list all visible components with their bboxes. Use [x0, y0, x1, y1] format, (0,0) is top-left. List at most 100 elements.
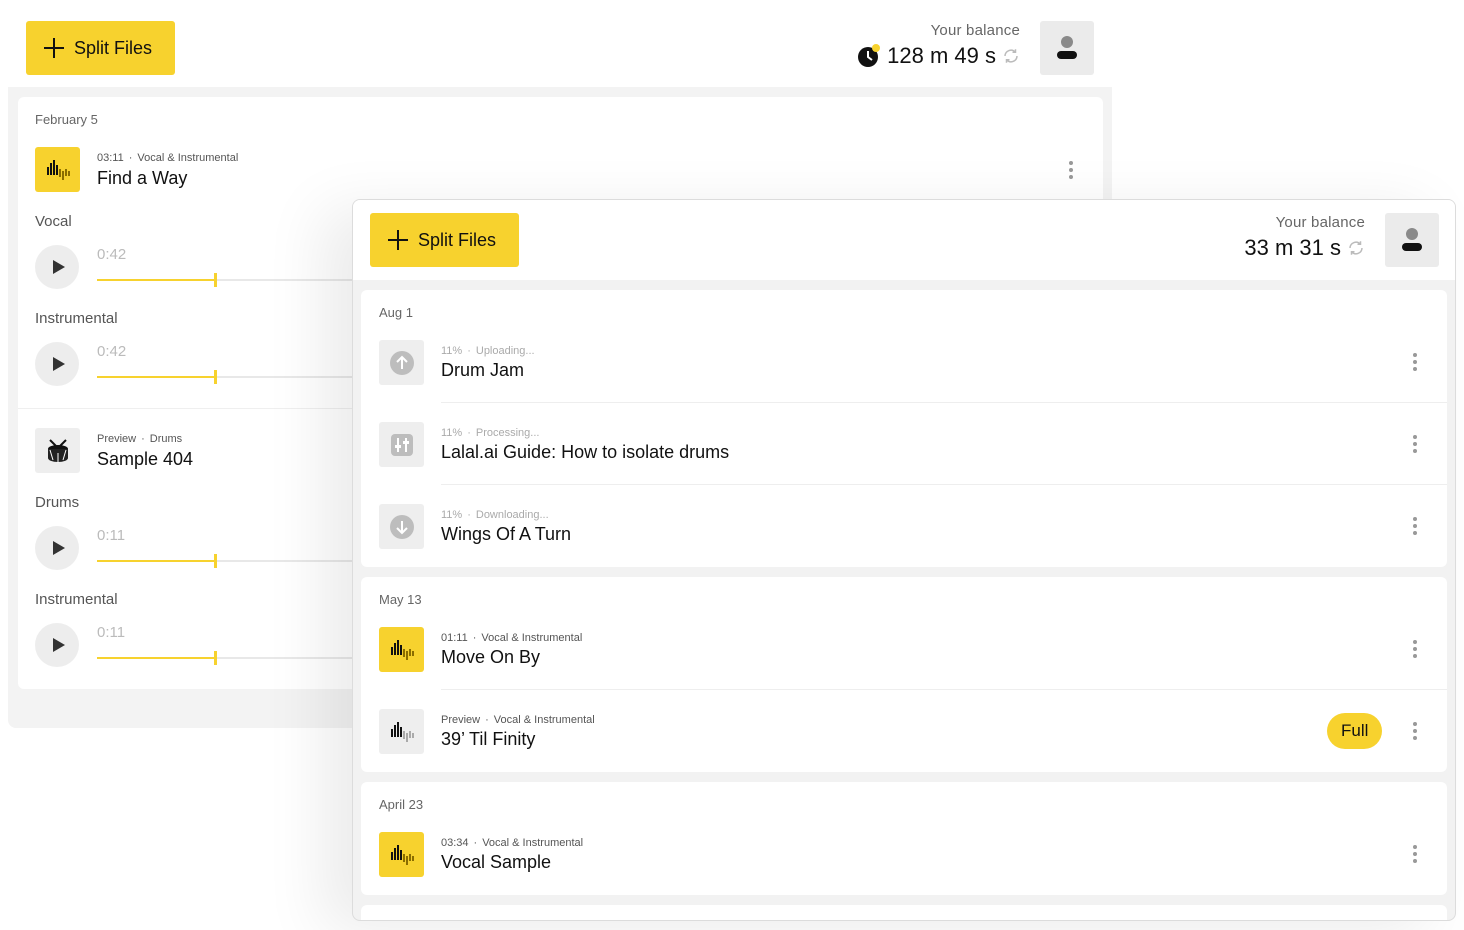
item-title[interactable]: Wings Of A Turn: [441, 524, 571, 545]
split-files-label: Split Files: [418, 229, 497, 250]
more-options-icon[interactable]: [1412, 353, 1418, 373]
item-title[interactable]: Vocal Sample: [441, 852, 551, 873]
item-meta: Preview · Vocal & Instrumental: [441, 714, 595, 726]
more-options-icon[interactable]: [1412, 640, 1418, 660]
stem-label: Instrumental: [35, 591, 118, 608]
row-divider: [441, 402, 1447, 403]
more-options-icon[interactable]: [1068, 161, 1074, 181]
download-icon: [389, 514, 414, 539]
balance-value: 128 m 49 s: [887, 43, 996, 68]
scrubber-handle[interactable]: [214, 370, 217, 384]
item-duration: 03:34: [441, 837, 469, 849]
divider: [18, 408, 352, 409]
item-title[interactable]: Sample 404: [97, 449, 193, 470]
processing-icon: [390, 433, 413, 456]
scrubber-handle[interactable]: [214, 273, 217, 287]
scrubber-handle[interactable]: [214, 554, 217, 568]
stem-time: 0:42: [97, 343, 127, 360]
group-date: Aug 1: [379, 305, 413, 320]
row-divider: [441, 689, 1447, 690]
waveform-thumb[interactable]: [35, 147, 80, 192]
scrubber-handle[interactable]: [214, 651, 217, 665]
item-type: Vocal & Instrumental: [482, 837, 584, 849]
item-duration: 01:11: [441, 632, 468, 644]
stem-progress-track[interactable]: [97, 370, 352, 384]
full-button[interactable]: Full: [1327, 713, 1383, 749]
waveform-icon: [390, 639, 414, 660]
play-button[interactable]: [35, 623, 79, 667]
row-divider: [441, 484, 1447, 485]
item-meta: 03:34 · Vocal & Instrumental: [441, 837, 584, 849]
waveform-thumb[interactable]: [379, 709, 424, 754]
front-window: Split Files Your balance 33 m 31 s Aug 1: [352, 199, 1456, 921]
back-user-avatar[interactable]: [1040, 21, 1094, 75]
waveform-thumb[interactable]: [379, 627, 424, 672]
clock-coin-icon: [858, 44, 881, 67]
file-group-partial: [361, 905, 1447, 920]
front-user-avatar[interactable]: [1385, 213, 1439, 267]
more-options-icon[interactable]: [1412, 722, 1418, 742]
item-duration: Preview: [97, 433, 137, 445]
plus-icon: [44, 38, 64, 58]
waveform-icon: [46, 159, 70, 180]
waveform-icon: [390, 721, 414, 742]
item-meta: 11% · Uploading...: [441, 345, 535, 357]
user-icon-body: [1057, 51, 1077, 59]
item-status: Processing...: [475, 427, 540, 439]
more-options-icon[interactable]: [1412, 845, 1418, 865]
back-balance: Your balance 128 m 49 s: [820, 22, 1020, 69]
stem-time: 0:11: [97, 624, 126, 641]
item-type: Vocal & Instrumental: [137, 152, 239, 164]
group-date: April 23: [379, 797, 424, 812]
item-title[interactable]: Drum Jam: [441, 360, 524, 381]
play-button[interactable]: [35, 245, 79, 289]
balance-label: Your balance: [930, 22, 1020, 39]
item-title[interactable]: Lalal.ai Guide: How to isolate drums: [441, 442, 729, 463]
item-title[interactable]: Move On By: [441, 647, 540, 668]
user-icon-head: [1406, 228, 1418, 240]
play-button[interactable]: [35, 526, 79, 570]
item-meta: 11% · Downloading...: [441, 509, 549, 521]
front-split-files-button[interactable]: Split Files: [370, 213, 519, 267]
item-status: Uploading...: [475, 345, 535, 357]
more-options-icon[interactable]: [1412, 517, 1418, 537]
item-type: Vocal & Instrumental: [493, 714, 595, 726]
refresh-icon[interactable]: [1347, 239, 1365, 257]
waveform-icon: [390, 844, 414, 865]
stem-progress-track[interactable]: [97, 651, 352, 665]
item-title[interactable]: Find a Way: [97, 168, 187, 189]
stem-time: 0:11: [97, 527, 126, 544]
group-date: February 5: [35, 112, 98, 127]
item-progress: 11%: [441, 345, 463, 357]
upload-icon: [389, 350, 414, 375]
back-split-files-button[interactable]: Split Files: [26, 21, 175, 75]
item-meta: 01:11 · Vocal & Instrumental: [441, 632, 583, 644]
balance-label: Your balance: [1275, 214, 1365, 231]
item-meta: Preview · Drums: [97, 433, 183, 445]
split-files-label: Split Files: [74, 37, 153, 58]
drum-icon: [47, 438, 68, 463]
plus-icon: [388, 230, 408, 250]
user-icon-head: [1061, 36, 1073, 48]
processing-thumb: [379, 422, 424, 467]
file-group: Aug 1 11% · Uploading... Drum Jam 11% · Proc…: [361, 290, 1447, 567]
stem-label: Drums: [35, 494, 80, 511]
waveform-thumb[interactable]: [379, 832, 424, 877]
stem-progress-track[interactable]: [97, 273, 352, 287]
stem-label: Vocal: [35, 213, 72, 230]
upload-thumb: [379, 340, 424, 385]
stem-time: 0:42: [97, 246, 127, 263]
stem-label: Instrumental: [35, 310, 118, 327]
file-group: May 13 01:11 · Vocal & Instrumental Move O…: [361, 577, 1447, 772]
more-options-icon[interactable]: [1412, 435, 1418, 455]
balance-value: 33 m 31 s: [1244, 235, 1341, 260]
item-progress: 11%: [441, 427, 463, 439]
item-type: Vocal & Instrumental: [481, 632, 583, 644]
stem-progress-track[interactable]: [97, 554, 352, 568]
refresh-icon[interactable]: [1002, 47, 1020, 65]
play-button[interactable]: [35, 342, 79, 386]
item-type: Drums: [149, 433, 183, 445]
drum-thumb[interactable]: [35, 428, 80, 473]
item-title[interactable]: 39’ Til Finity: [441, 729, 535, 750]
user-icon-body: [1402, 243, 1422, 251]
